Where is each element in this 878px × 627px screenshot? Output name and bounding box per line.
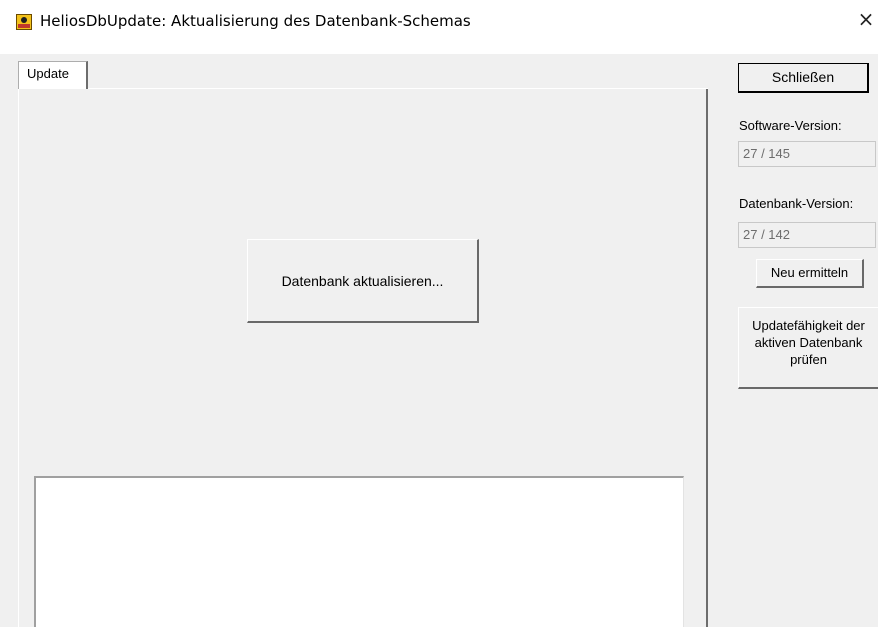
close-icon[interactable]: × <box>854 4 878 36</box>
update-database-button[interactable]: Datenbank aktualisieren... <box>247 239 479 323</box>
close-button[interactable]: Schließen <box>738 63 869 93</box>
title-bar: HeliosDbUpdate: Aktualisierung des Daten… <box>0 0 878 54</box>
refresh-version-button[interactable]: Neu ermitteln <box>756 259 864 288</box>
log-output-box[interactable] <box>34 476 684 627</box>
software-version-field: 27 / 145 <box>738 141 876 167</box>
check-update-capability-button[interactable]: Updatefähigkeit der aktiven Datenbank pr… <box>738 307 878 389</box>
main-window: HeliosDbUpdate: Aktualisierung des Daten… <box>0 0 878 627</box>
tab-panel-border <box>88 88 708 89</box>
software-version-label: Software-Version: <box>739 118 842 133</box>
database-version-field: 27 / 142 <box>738 222 876 248</box>
database-version-label: Datenbank-Version: <box>739 196 854 211</box>
tab-update[interactable]: Update <box>18 61 88 89</box>
app-icon <box>16 14 32 30</box>
window-title: HeliosDbUpdate: Aktualisierung des Daten… <box>40 12 471 30</box>
